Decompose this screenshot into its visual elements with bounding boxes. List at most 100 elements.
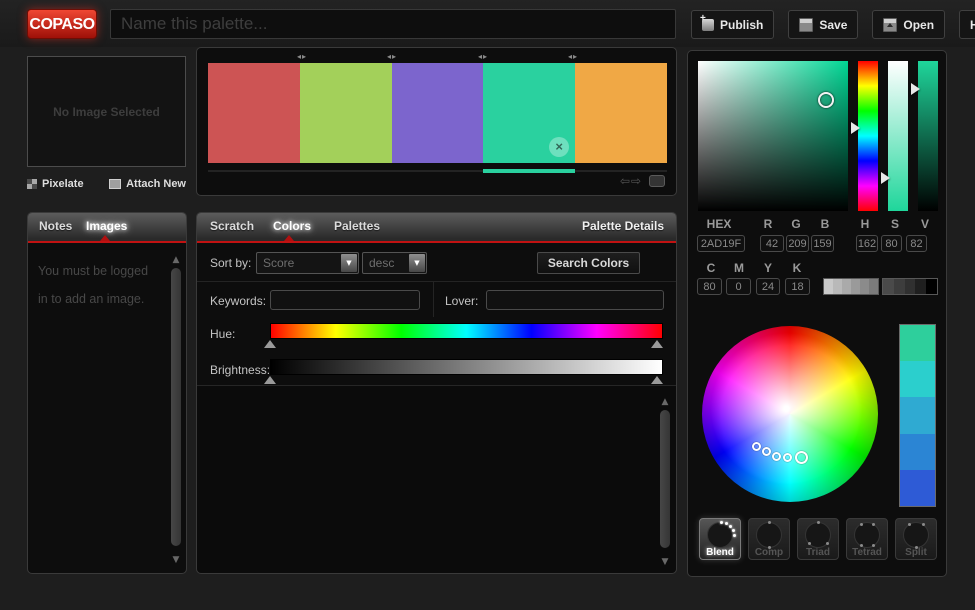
sort-order-select[interactable]: desc ▼ — [362, 252, 427, 274]
blend-color-swatch[interactable] — [900, 397, 935, 433]
hue-bar-handle[interactable] — [851, 122, 860, 134]
palette-name-input[interactable] — [110, 9, 676, 39]
wheel-marker[interactable] — [752, 442, 761, 451]
gray-step[interactable] — [833, 279, 842, 294]
triad-button[interactable]: Triad — [797, 518, 839, 560]
tab-notes[interactable]: Notes — [39, 219, 72, 233]
blend-color-swatch[interactable] — [900, 361, 935, 397]
delete-swatch-button[interactable]: × — [549, 137, 569, 157]
gray-step[interactable] — [851, 279, 860, 294]
hue-bar[interactable] — [858, 61, 878, 211]
gray-shade-strip[interactable] — [882, 278, 938, 295]
gray-step[interactable] — [869, 279, 878, 294]
copaso-logo: COPASO — [27, 9, 97, 39]
lover-label: Lover: — [445, 294, 478, 308]
tab-palettes[interactable]: Palettes — [334, 219, 380, 233]
h-field[interactable]: 162 — [856, 235, 878, 252]
gray-step[interactable] — [915, 279, 926, 294]
b-label: B — [821, 217, 830, 231]
color-wheel[interactable] — [702, 326, 878, 502]
k-label: K — [793, 261, 802, 275]
swatch-resize-handle[interactable]: ◂▸ — [387, 52, 397, 61]
tetrad-button[interactable]: Tetrad — [846, 518, 888, 560]
gray-step[interactable] — [905, 279, 916, 294]
search-colors-button[interactable]: Search Colors — [537, 252, 640, 274]
y-field[interactable]: 24 — [756, 278, 780, 295]
hex-field[interactable]: 2AD19F — [697, 235, 745, 252]
scroll-up-icon[interactable]: ▲ — [659, 397, 671, 407]
c-field[interactable]: 80 — [697, 278, 722, 295]
tab-images[interactable]: Images — [86, 219, 127, 233]
brightness-min-handle[interactable] — [264, 376, 276, 384]
m-field[interactable]: 0 — [726, 278, 751, 295]
saturation-bar[interactable] — [888, 61, 908, 211]
palette-swatch[interactable] — [392, 63, 484, 163]
palette-swatch[interactable] — [575, 63, 667, 163]
brightness-range-slider[interactable] — [270, 359, 663, 375]
gray-step[interactable] — [926, 279, 937, 294]
value-bar-handle[interactable] — [911, 83, 920, 95]
results-scrollbar[interactable]: ▲ ▼ — [659, 397, 671, 567]
k-field[interactable]: 18 — [785, 278, 810, 295]
v-field[interactable]: 82 — [906, 235, 927, 252]
hue-range-slider[interactable] — [270, 323, 663, 339]
scroll-thumb[interactable] — [171, 268, 181, 546]
blend-color-swatch[interactable] — [900, 325, 935, 361]
gray-step[interactable] — [883, 279, 894, 294]
hue-max-handle[interactable] — [651, 340, 663, 348]
b-field[interactable]: 159 — [811, 235, 834, 252]
value-bar[interactable] — [918, 61, 938, 211]
scroll-down-icon[interactable]: ▼ — [659, 557, 671, 567]
blend-color-swatch[interactable] — [900, 434, 935, 470]
gray-step[interactable] — [860, 279, 869, 294]
publish-button[interactable]: Publish — [691, 10, 774, 39]
swatch-resize-handle[interactable]: ◂▸ — [568, 52, 578, 61]
lover-input[interactable] — [486, 290, 664, 310]
pixelate-button[interactable]: Pixelate — [27, 178, 84, 190]
tab-scratch[interactable]: Scratch — [210, 219, 254, 233]
split-button[interactable]: Split — [895, 518, 937, 560]
images-scrollbar[interactable]: ▲ ▼ — [170, 255, 182, 565]
blend-color-swatch[interactable] — [900, 470, 935, 506]
palette-swatch[interactable] — [300, 63, 392, 163]
gray-tint-strip[interactable] — [823, 278, 879, 295]
scroll-down-icon[interactable]: ▼ — [170, 555, 182, 565]
left-tab-bar: Notes Images — [28, 213, 186, 243]
keywords-input[interactable] — [270, 290, 420, 310]
palette-panel: ◂▸ ◂▸ ◂▸ ◂▸ × ⇦⇨ — [196, 47, 677, 196]
palette-view-toggle[interactable] — [649, 175, 665, 187]
scroll-thumb[interactable] — [660, 410, 670, 548]
g-field[interactable]: 209 — [786, 235, 809, 252]
s-field[interactable]: 80 — [881, 235, 902, 252]
hue-min-handle[interactable] — [264, 340, 276, 348]
gray-step[interactable] — [842, 279, 851, 294]
wheel-marker[interactable] — [762, 447, 771, 456]
swatch-resize-handle[interactable]: ◂▸ — [297, 52, 307, 61]
palette-swatch[interactable] — [208, 63, 300, 163]
dropdown-arrow-icon[interactable]: ▼ — [341, 254, 357, 272]
swatch-resize-handle[interactable]: ◂▸ — [478, 52, 488, 61]
brightness-max-handle[interactable] — [651, 376, 663, 384]
saturation-value-square[interactable] — [698, 61, 848, 211]
dropdown-arrow-icon[interactable]: ▼ — [409, 254, 425, 272]
wheel-marker[interactable] — [772, 452, 781, 461]
wheel-marker-active[interactable] — [795, 451, 808, 464]
open-button[interactable]: Open — [872, 10, 945, 39]
scroll-up-icon[interactable]: ▲ — [170, 255, 182, 265]
tab-colors[interactable]: Colors — [273, 219, 311, 233]
sort-field-select[interactable]: Score ▼ — [256, 252, 359, 274]
blend-button[interactable]: Blend — [699, 518, 741, 560]
move-swatch-arrows-icon[interactable]: ⇦⇨ — [620, 174, 642, 188]
palette-swatch-selected[interactable]: × — [483, 63, 575, 163]
gray-step[interactable] — [824, 279, 833, 294]
save-button[interactable]: Save — [788, 10, 858, 39]
help-button[interactable]: Help — [959, 10, 975, 39]
comp-button[interactable]: Comp — [748, 518, 790, 560]
wheel-marker[interactable] — [783, 453, 792, 462]
palette-details-toggle[interactable]: Palette Details — [582, 219, 664, 233]
saturation-bar-handle[interactable] — [881, 172, 890, 184]
gray-step[interactable] — [894, 279, 905, 294]
attach-new-button[interactable]: Attach New — [109, 178, 186, 190]
r-field[interactable]: 42 — [760, 235, 784, 252]
sv-cursor[interactable] — [818, 92, 834, 108]
